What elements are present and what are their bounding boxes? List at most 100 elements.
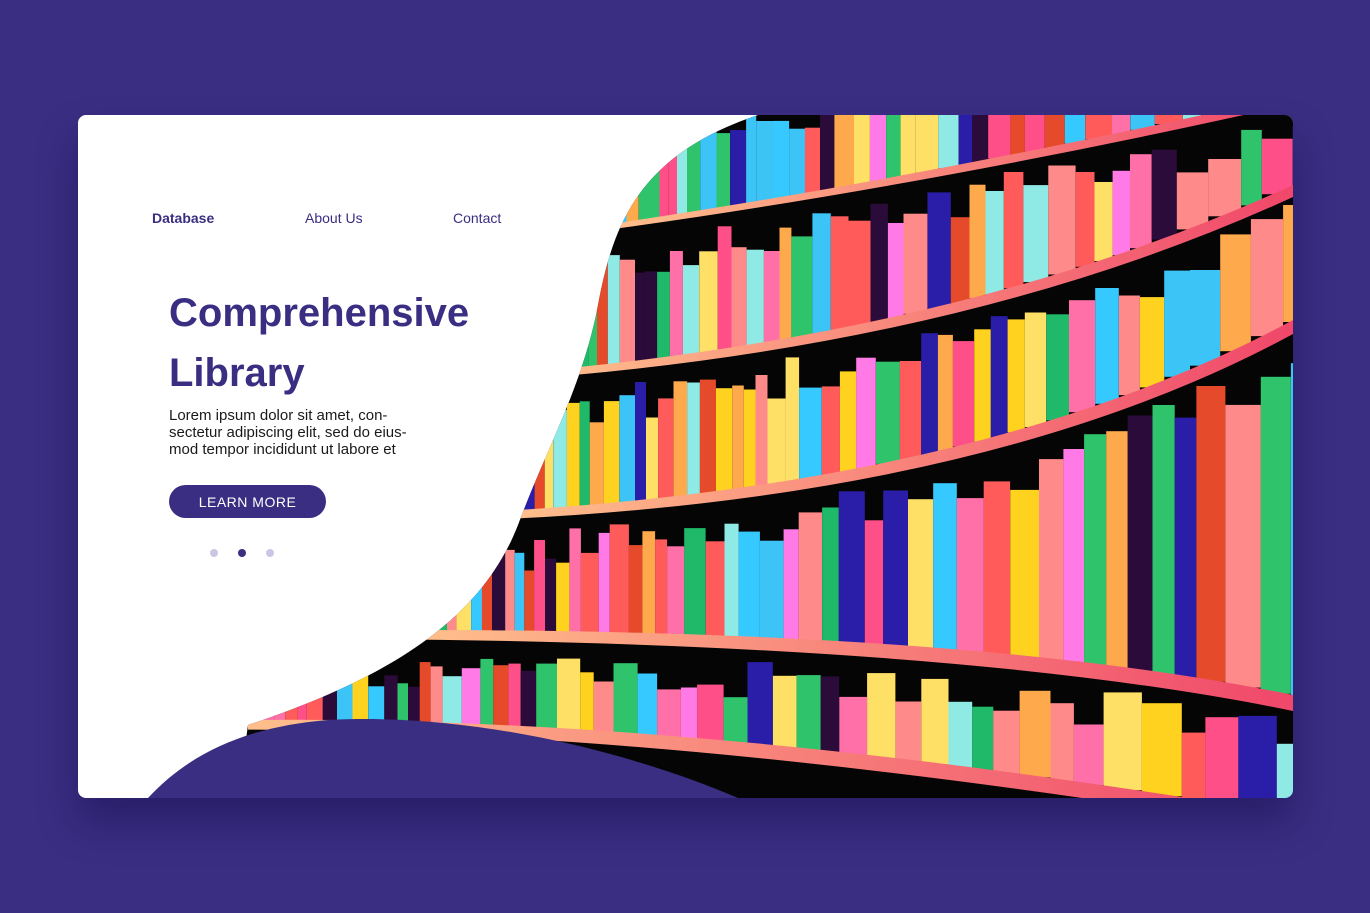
book-spine	[990, 316, 1008, 438]
book-spine	[1069, 300, 1096, 413]
book-spine	[1010, 489, 1040, 658]
book-spine	[731, 247, 747, 348]
book-spine	[779, 227, 792, 341]
book-spine	[974, 329, 991, 442]
book-spine	[1063, 449, 1085, 663]
book-spine	[821, 386, 840, 475]
book-spine	[839, 371, 857, 472]
book-spine	[746, 249, 764, 346]
book-spine	[648, 138, 660, 220]
book-spine	[553, 253, 566, 371]
book-spine	[298, 679, 307, 722]
book-spine	[1261, 138, 1293, 195]
book-spine	[668, 136, 677, 217]
book-spine	[524, 570, 535, 633]
title-line-1: Comprehensive	[169, 291, 470, 335]
book-spine	[579, 401, 590, 508]
book-spine	[822, 507, 839, 643]
book-spine	[1152, 405, 1175, 675]
book-spine	[655, 539, 668, 636]
book-spine	[598, 532, 610, 634]
book-spine	[887, 223, 904, 319]
book-spine	[600, 145, 609, 225]
book-spine	[638, 132, 648, 222]
carousel-dot-3[interactable]	[266, 549, 274, 557]
book-spine	[1075, 172, 1095, 267]
book-spine	[442, 676, 462, 725]
book-spine	[218, 657, 230, 722]
book-spine	[772, 675, 797, 749]
book-spine	[730, 130, 747, 207]
book-spine	[1196, 386, 1226, 682]
book-spine	[388, 544, 402, 632]
book-spine	[1003, 172, 1024, 289]
book-spine	[1225, 404, 1261, 688]
book-spine	[773, 120, 790, 199]
landing-card: Database About Us Contact Comprehensive …	[78, 115, 1293, 798]
nav-database[interactable]: Database	[152, 210, 214, 226]
book-spine	[597, 241, 608, 367]
book-spine	[680, 687, 698, 740]
nav-contact[interactable]: Contact	[453, 210, 501, 226]
book-spine	[412, 563, 421, 632]
book-spine	[682, 265, 700, 356]
book-spine	[969, 184, 986, 299]
book-spine	[619, 395, 636, 504]
book-spine	[993, 710, 1020, 774]
book-spine	[738, 531, 760, 639]
book-spine	[667, 546, 685, 636]
book-spine	[820, 115, 835, 191]
carousel-dot-1[interactable]	[210, 549, 218, 557]
book-spine	[408, 686, 420, 724]
book-spine	[657, 271, 670, 360]
book-spine	[1084, 434, 1107, 666]
book-spine	[1048, 165, 1076, 275]
book-spine	[697, 684, 724, 741]
book-spine	[1050, 703, 1074, 782]
book-spine	[628, 545, 643, 635]
book-spine	[938, 115, 959, 169]
book-spine	[1044, 115, 1065, 148]
book-spine	[306, 664, 323, 722]
book-spine	[763, 251, 780, 343]
book-spine	[799, 387, 822, 479]
book-spine	[1220, 234, 1251, 352]
book-spine	[1130, 154, 1152, 249]
book-spine	[812, 213, 831, 334]
book-spine	[985, 191, 1004, 295]
book-spine	[875, 361, 900, 464]
book-spine	[493, 665, 509, 727]
book-spine	[1103, 692, 1142, 791]
book-spine	[915, 115, 939, 173]
book-spine	[886, 115, 901, 179]
book-spine	[603, 401, 620, 505]
book-spine	[285, 693, 298, 722]
book-spine	[1094, 182, 1113, 262]
book-spine	[903, 213, 928, 314]
book-spine	[1260, 376, 1291, 694]
book-spine	[642, 531, 656, 635]
book-spine	[669, 251, 683, 358]
book-spine	[240, 682, 253, 722]
book-spine	[589, 422, 604, 506]
book-spine	[1283, 205, 1293, 322]
book-spine	[687, 382, 700, 496]
book-spine	[607, 255, 620, 366]
book-spine	[1208, 159, 1242, 217]
book-spine	[759, 540, 784, 640]
book-spine	[732, 385, 744, 491]
book-spine	[854, 115, 870, 185]
carousel-dot-2[interactable]	[238, 549, 246, 557]
learn-more-button[interactable]: LEARN MORE	[169, 485, 326, 518]
book-spine	[883, 490, 908, 647]
book-spine	[867, 673, 896, 759]
book-spine	[514, 552, 525, 633]
book-spine	[743, 389, 756, 489]
book-spine	[1073, 724, 1104, 786]
nav-about-us[interactable]: About Us	[305, 210, 363, 226]
book-spine	[848, 220, 871, 327]
book-spine	[1024, 312, 1047, 427]
book-spine	[746, 115, 757, 204]
book-spine	[471, 547, 482, 633]
book-spine	[673, 381, 688, 498]
